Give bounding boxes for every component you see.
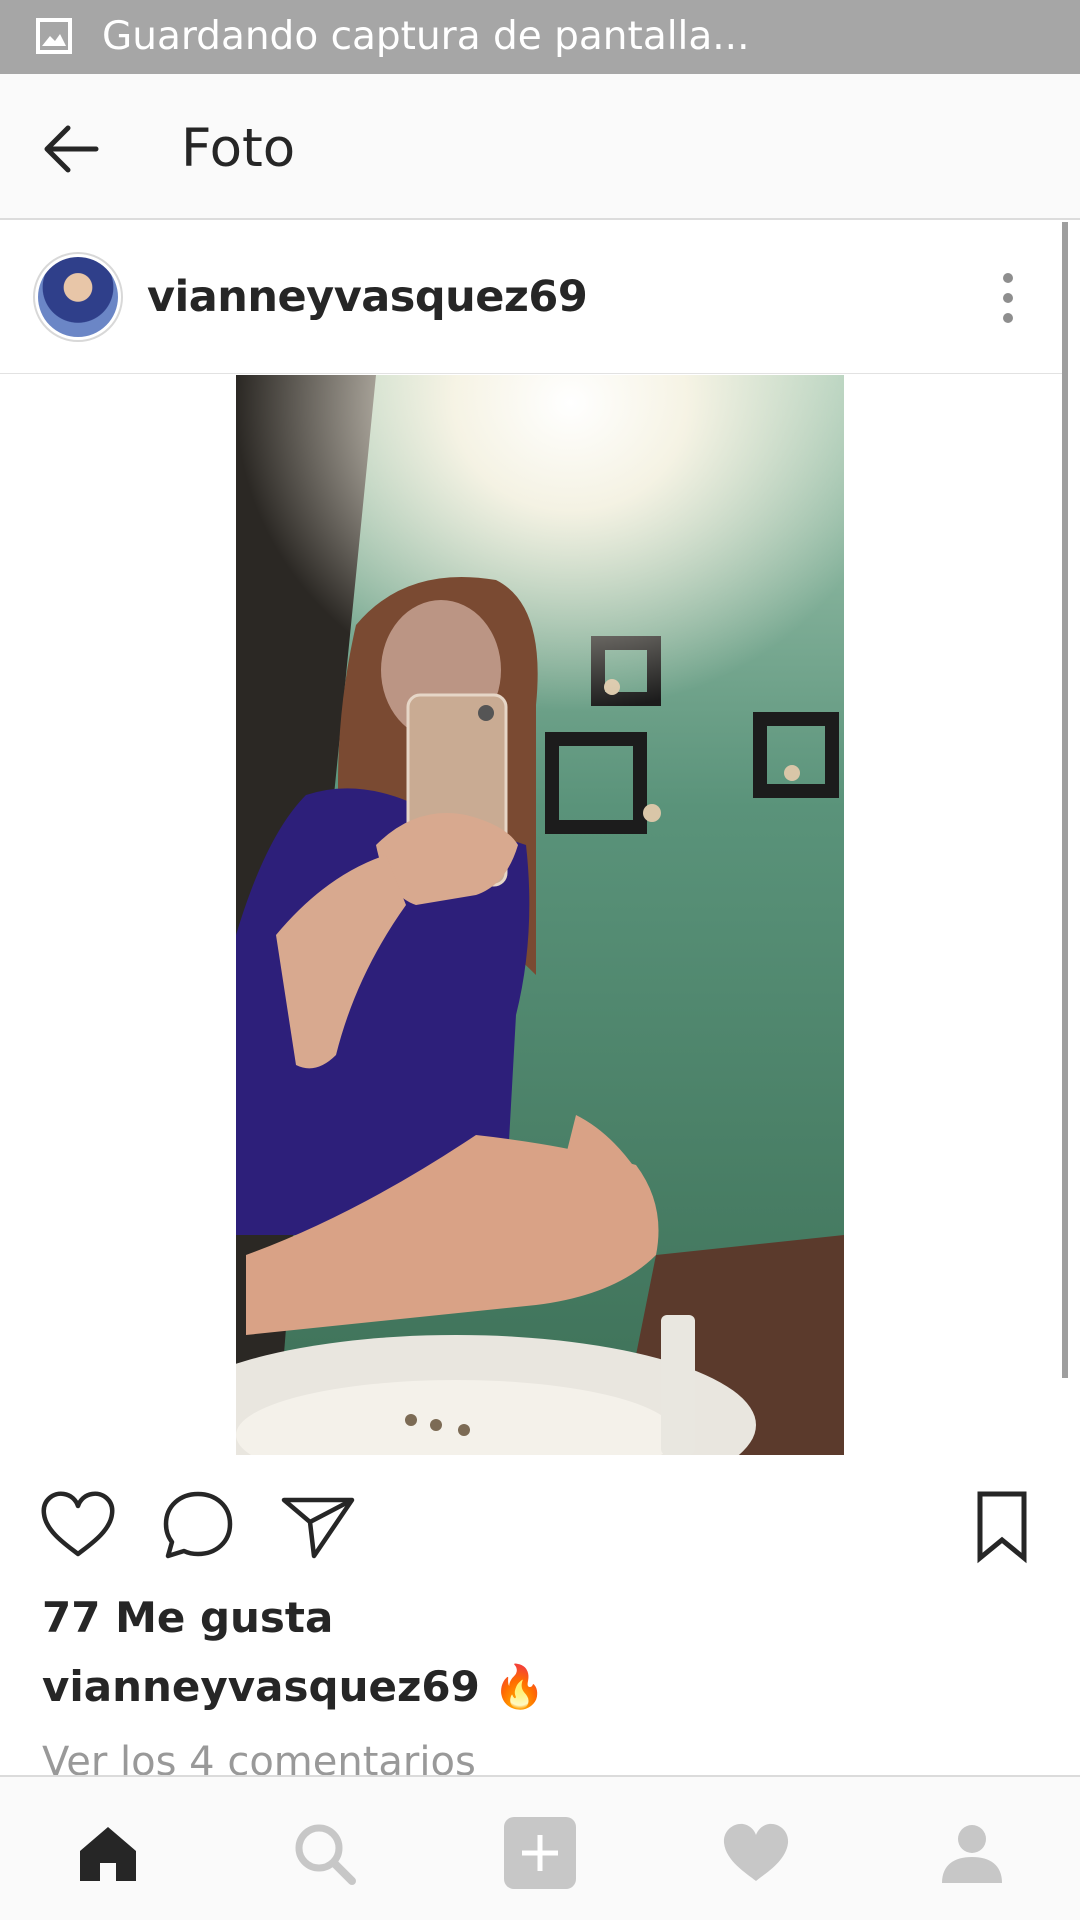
image-icon [36,18,72,54]
app-bar: Foto [0,74,1080,220]
search-icon[interactable] [288,1817,360,1889]
heart-outline-icon[interactable] [38,1486,118,1566]
send-icon[interactable] [278,1486,358,1566]
page-title: Foto [181,118,296,179]
caption-username[interactable]: vianneyvasquez69 [42,1662,480,1711]
caption-text: 🔥 [493,1662,546,1711]
status-bar: Guardando captura de pantalla... [0,0,1080,74]
status-text: Guardando captura de pantalla... [102,14,750,59]
back-arrow-icon[interactable] [34,112,108,186]
photo-area [0,375,1062,1455]
post-header: vianneyvasquez69 [0,222,1062,374]
photo-illustration [236,375,844,1455]
bottom-nav [0,1775,1080,1920]
post-photo[interactable] [236,375,844,1455]
avatar-image [38,257,118,337]
more-vertical-icon[interactable] [990,268,1026,328]
avatar[interactable] [33,252,123,342]
likes-count[interactable]: 77 Me gusta [42,1590,333,1646]
heart-icon[interactable] [720,1817,792,1889]
comment-icon[interactable] [158,1486,238,1566]
profile-icon[interactable] [936,1817,1008,1889]
home-icon[interactable] [72,1817,144,1889]
add-icon[interactable] [504,1817,576,1889]
bookmark-icon[interactable] [962,1486,1042,1566]
post-username[interactable]: vianneyvasquez69 [147,268,588,326]
caption: vianneyvasquez69 🔥 [42,1658,546,1716]
instagram-photo-screen: Guardando captura de pantalla... Foto vi… [0,0,1080,1920]
post-actions [0,1460,1080,1590]
scrollbar[interactable] [1062,222,1068,1378]
